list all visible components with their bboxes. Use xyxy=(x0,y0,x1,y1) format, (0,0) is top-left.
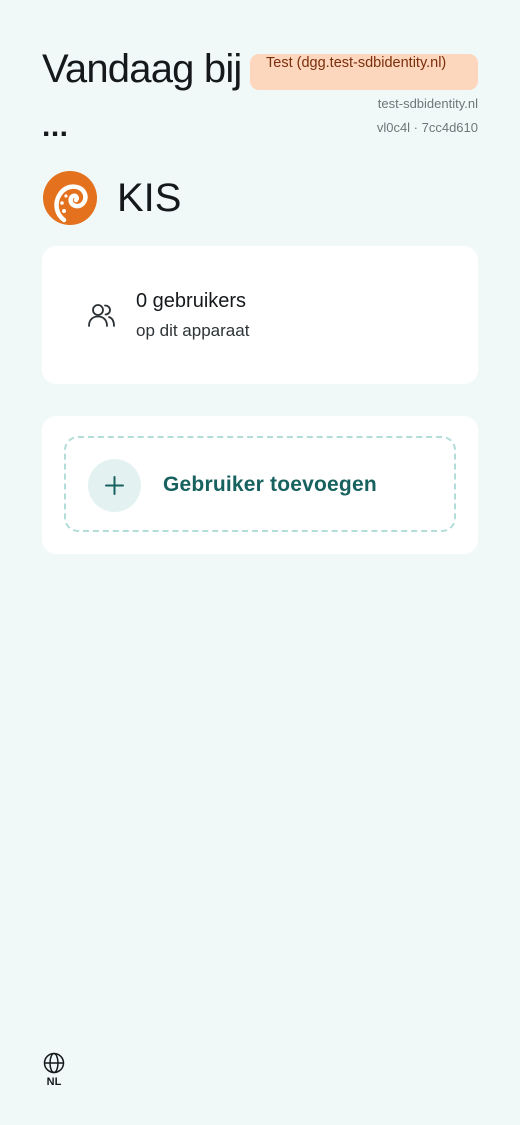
users-card: 0 gebruikers op dit apparaat xyxy=(42,246,478,384)
users-icon xyxy=(88,304,115,327)
page-title: Vandaag bij xyxy=(42,47,242,91)
add-user-button[interactable]: Gebruiker toevoegen xyxy=(64,436,456,532)
globe-icon xyxy=(43,1052,65,1074)
language-label: NL xyxy=(46,1076,62,1088)
add-user-card: Gebruiker toevoegen xyxy=(42,416,478,554)
brand-name: KIS xyxy=(117,176,182,220)
octopus-tentacle-logo-icon xyxy=(43,171,97,225)
environment-badge: Test (dgg.test-sdbidentity.nl) xyxy=(250,54,478,90)
version-label: vl0c4l · 7cc4d610 xyxy=(376,120,478,135)
user-count: 0 gebruikers xyxy=(136,290,247,312)
page: Vandaag bij Test (dgg.test-sdbidentity.n… xyxy=(0,0,520,1125)
language-switcher[interactable]: NL xyxy=(42,1052,66,1088)
add-user-label: Gebruiker toevoegen xyxy=(163,473,377,496)
environment-host: test-sdbidentity.nl xyxy=(377,96,478,111)
plus-icon xyxy=(105,476,124,495)
page-title-continuation: ... xyxy=(42,110,69,143)
user-count-subtitle: op dit apparaat xyxy=(136,321,250,340)
header: Vandaag bij Test (dgg.test-sdbidentity.n… xyxy=(42,46,478,146)
add-user-icon-circle xyxy=(88,459,141,512)
